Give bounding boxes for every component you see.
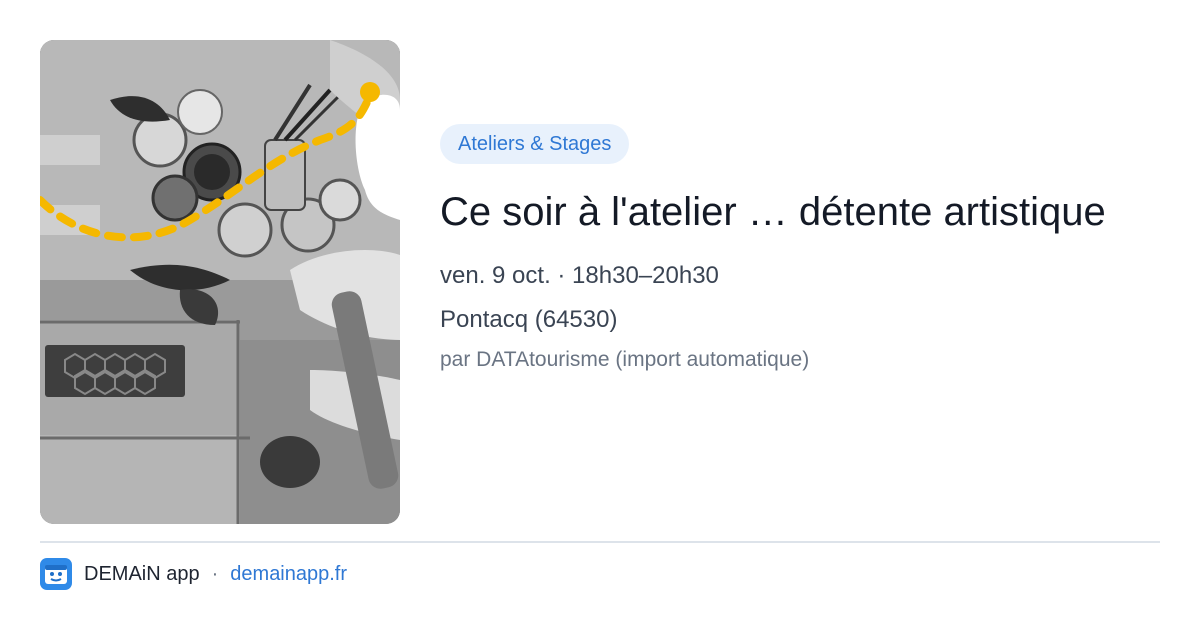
event-source: par DATAtourisme (import automatique) — [440, 348, 810, 371]
footer-separator: · — [211, 562, 219, 585]
event-place: Pontacq (64530) — [440, 306, 618, 333]
demain-app-icon — [40, 558, 72, 590]
app-name: DEMAiN app — [84, 562, 200, 585]
app-link[interactable]: demainapp.fr — [230, 563, 347, 586]
event-details: Ateliers & Stages Ce soir à l'atelier … … — [440, 124, 1140, 373]
event-title[interactable]: Ce soir à l'atelier … détente artistique — [440, 186, 1140, 239]
event-photo — [40, 40, 400, 524]
category-tag[interactable]: Ateliers & Stages — [440, 124, 630, 164]
divider — [40, 541, 1160, 543]
event-image[interactable] — [40, 40, 400, 524]
footer: DEMAiN app · demainapp.fr — [40, 558, 347, 590]
event-date: ven. 9 oct. · 18h30–20h30 — [440, 262, 719, 289]
